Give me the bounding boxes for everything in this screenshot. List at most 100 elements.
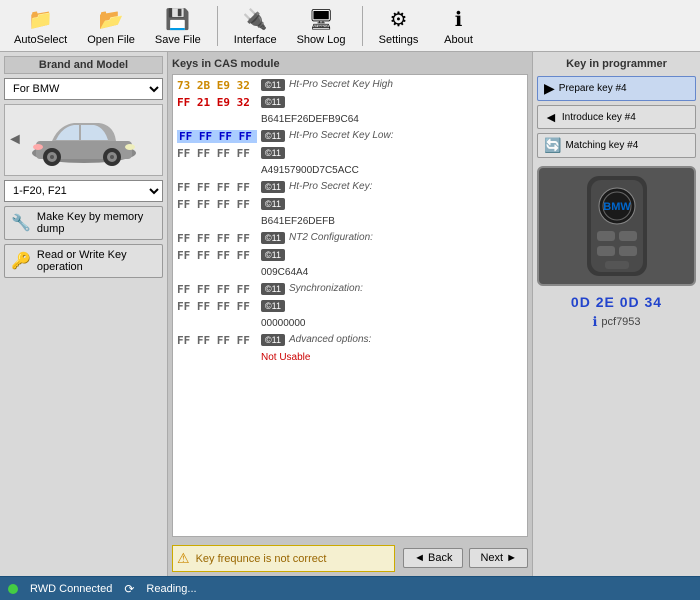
cas-header: Keys in CAS module	[172, 56, 528, 72]
brand-dropdown[interactable]: For BMW	[4, 78, 163, 100]
interface-icon: 🔌	[241, 6, 269, 34]
settings-label: Settings	[379, 34, 419, 46]
savefile-label: Save File	[155, 34, 201, 46]
next-button[interactable]: Next ►	[469, 548, 528, 568]
main-content: Brand and Model For BMW ◄	[0, 52, 700, 576]
key-row-1: 73 2B E9 32 ©11 Ht-Pro Secret Key High	[177, 79, 523, 92]
autoselect-button[interactable]: 📁 AutoSelect	[8, 4, 73, 48]
key-chip-value: 0D 2E 0D 34	[537, 294, 696, 310]
key-badge-5: ©11	[261, 181, 285, 193]
key-row-sub6: Not Usable	[177, 351, 523, 364]
key-sub-4: 009C64A4	[261, 266, 308, 279]
introduce-label: Introduce key #4	[562, 112, 636, 123]
toolbar-separator	[217, 6, 218, 46]
key-row-11: FF FF FF FF ©11 Advanced options:	[177, 334, 523, 347]
key-row-sub4: 009C64A4	[177, 266, 523, 279]
key-row-10: FF FF FF FF ©11	[177, 300, 523, 313]
key-hex-11: FF FF FF FF	[177, 334, 257, 347]
key-row-2: FF 21 E9 32 ©11	[177, 96, 523, 109]
read-write-button[interactable]: 🔑 Read or Write Key operation	[4, 244, 163, 278]
warning-icon: ⚠	[177, 550, 190, 567]
car-illustration	[24, 113, 144, 168]
warning-bar: ⚠ Key frequnce is not correct	[172, 545, 395, 572]
settings-icon: ⚙	[385, 6, 413, 34]
key-sub-1: B641EF26DEFB9C64	[261, 113, 359, 126]
svg-text:BMW: BMW	[603, 201, 631, 213]
reading-spinner: ⟳	[124, 582, 134, 596]
key-hex-7: FF FF FF FF	[177, 232, 257, 245]
reading-status: Reading...	[146, 583, 196, 595]
memory-icon: 🔧	[11, 212, 31, 234]
back-icon: ◄	[414, 552, 425, 564]
key-row-9: FF FF FF FF ©11 Synchronization:	[177, 283, 523, 296]
key-hex-2: FF 21 E9 32	[177, 96, 257, 109]
key-row-sub5: 00000000	[177, 317, 523, 330]
matching-key-button[interactable]: 🔄 Matching key #4	[537, 133, 696, 158]
about-label: About	[444, 34, 473, 46]
key-row-6: FF FF FF FF ©11	[177, 198, 523, 211]
showlog-label: Show Log	[297, 34, 346, 46]
key-image-area: BMW	[537, 166, 696, 286]
make-key-label: Make Key by memory dump	[37, 211, 156, 235]
key-info-1: Ht-Pro Secret Key High	[289, 79, 393, 90]
savefile-button[interactable]: 💾 Save File	[149, 4, 207, 48]
warning-text: Key frequnce is not correct	[196, 553, 327, 565]
key-row-sub1: B641EF26DEFB9C64	[177, 113, 523, 126]
key-info-5: Ht-Pro Secret Key:	[289, 181, 372, 192]
openfile-icon: 📂	[97, 6, 125, 34]
chip-name-label: pcf7953	[601, 316, 640, 328]
model-dropdown[interactable]: 1-F20, F21	[4, 180, 163, 202]
key-hex-3: FF FF FF FF	[177, 130, 257, 143]
back-button[interactable]: ◄ Back	[403, 548, 463, 568]
key-badge-6: ©11	[261, 198, 285, 210]
showlog-button[interactable]: 🖥 Show Log	[291, 4, 352, 48]
read-write-label: Read or Write Key operation	[37, 249, 156, 273]
key-hex-9: FF FF FF FF	[177, 283, 257, 296]
key-badge-3: ©11	[261, 130, 285, 142]
key-badge-1: ©11	[261, 79, 285, 91]
key-sub-3: B641EF26DEFB	[261, 215, 335, 228]
autoselect-icon: 📁	[27, 6, 55, 34]
matching-label: Matching key #4	[565, 140, 638, 151]
key-badge-10: ©11	[261, 300, 285, 312]
openfile-label: Open File	[87, 34, 135, 46]
programmer-panel: Key in programmer ▶ Prepare key #4 ◄ Int…	[532, 52, 700, 576]
chip-info-icon: ℹ	[592, 314, 597, 330]
key-sub-6: Not Usable	[261, 351, 310, 364]
cas-panel: Keys in CAS module 73 2B E9 32 ©11 Ht-Pr…	[168, 52, 532, 576]
key-sub-5: 00000000	[261, 317, 306, 330]
left-panel: Brand and Model For BMW ◄	[0, 52, 168, 576]
settings-button[interactable]: ⚙ Settings	[373, 4, 425, 48]
key-hex-8: FF FF FF FF	[177, 249, 257, 262]
key-badge-4: ©11	[261, 147, 285, 159]
car-left-arrow[interactable]: ◄	[7, 131, 23, 149]
key-badge-8: ©11	[261, 249, 285, 261]
status-bar: RWD Connected ⟳ Reading...	[0, 576, 700, 600]
key-hex-6: FF FF FF FF	[177, 198, 257, 211]
interface-label: Interface	[234, 34, 277, 46]
chip-name: ℹ pcf7953	[537, 314, 696, 330]
about-button[interactable]: ℹ About	[433, 4, 485, 48]
prepare-key-button[interactable]: ▶ Prepare key #4	[537, 76, 696, 101]
next-icon: ►	[506, 552, 517, 564]
key-info-3: Ht-Pro Secret Key Low:	[289, 130, 393, 141]
key-info-11: Advanced options:	[289, 334, 371, 345]
make-key-button[interactable]: 🔧 Make Key by memory dump	[4, 206, 163, 240]
key-write-icon: 🔑	[11, 250, 31, 272]
key-badge-2: ©11	[261, 96, 285, 108]
key-row-4: FF FF FF FF ©11	[177, 147, 523, 160]
keys-table: 73 2B E9 32 ©11 Ht-Pro Secret Key High F…	[172, 74, 528, 537]
matching-icon: 🔄	[544, 137, 561, 154]
brand-model-label: Brand and Model	[4, 56, 163, 74]
openfile-button[interactable]: 📂 Open File	[81, 4, 141, 48]
connection-indicator	[8, 584, 18, 594]
key-row-7: FF FF FF FF ©11 NT2 Configuration:	[177, 232, 523, 245]
key-row-5: FF FF FF FF ©11 Ht-Pro Secret Key:	[177, 181, 523, 194]
key-sub-2: A49157900D7C5ACC	[261, 164, 359, 177]
key-row-sub3: B641EF26DEFB	[177, 215, 523, 228]
introduce-icon: ◄	[544, 109, 558, 125]
introduce-key-button[interactable]: ◄ Introduce key #4	[537, 105, 696, 129]
key-hex-4: FF FF FF FF	[177, 147, 257, 160]
key-image: BMW	[577, 171, 657, 281]
interface-button[interactable]: 🔌 Interface	[228, 4, 283, 48]
